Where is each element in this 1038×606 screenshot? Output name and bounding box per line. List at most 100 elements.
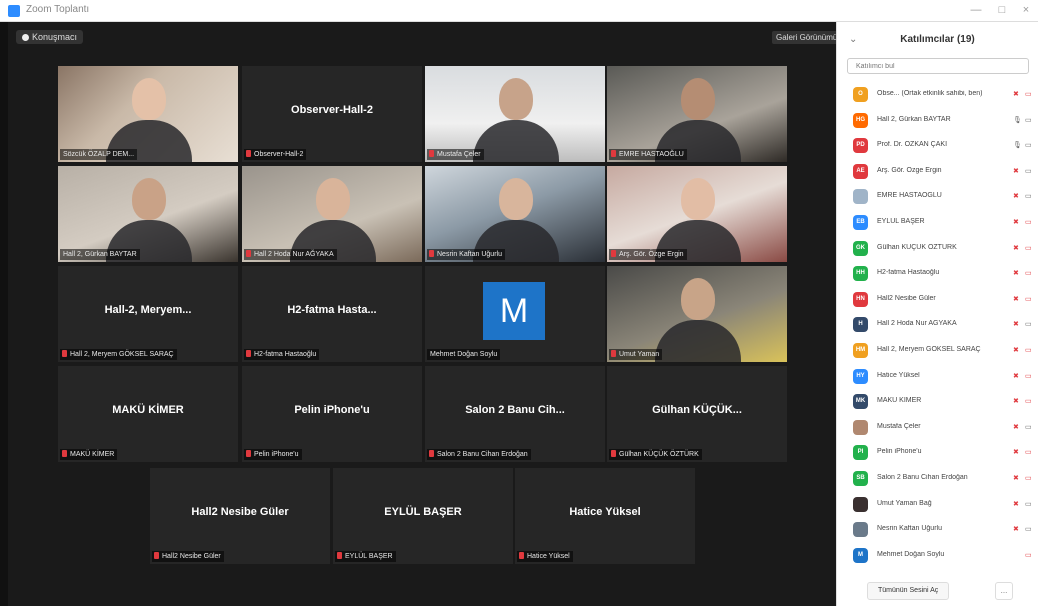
participant-name-label: Salon 2 Banu Cihan Erdoğan <box>427 449 531 460</box>
video-tile[interactable]: Pelin iPhone'u Pelin iPhone'u <box>242 366 422 462</box>
maximize-button[interactable]: □ <box>990 2 1014 18</box>
mic-muted-icon[interactable]: ✖ <box>1013 346 1019 355</box>
more-options-button[interactable]: ... <box>995 582 1013 600</box>
participant-avatar: HM <box>853 342 868 358</box>
camera-off-icon[interactable]: ▭ <box>1025 244 1032 252</box>
participant-row[interactable]: HM Hall 2, Meryem GÖKSEL SARAÇ ✖ ▭ <box>837 338 1038 364</box>
participant-row[interactable]: O Obse... (Ortak etkinlik sahibi, ben) ✖ ▭ <box>837 82 1038 108</box>
mic-muted-icon[interactable]: ✖ <box>1013 372 1019 381</box>
mic-muted-icon[interactable]: ✖ <box>1013 269 1019 278</box>
participant-name-label: Nesrin Kaftan Uğurlu <box>427 249 505 260</box>
participant-row[interactable]: MK MAKÜ KİMER ✖ ▭ <box>837 389 1038 415</box>
participant-row[interactable]: M Mehmet Doğan Soylu ▭ <box>837 543 1038 569</box>
camera-off-icon[interactable]: ▭ <box>1025 397 1032 405</box>
participant-row[interactable]: H Hall 2 Hoda Nur AĞYAKA ✖ ▭ <box>837 312 1038 338</box>
video-tile[interactable]: H2-fatma Hasta... H2-fatma Hastaoğlu <box>242 266 422 362</box>
mic-muted-icon[interactable]: ✖ <box>1013 192 1019 201</box>
video-tile[interactable]: Hall 2 Hoda Nur AĞYAKA <box>242 166 422 262</box>
participant-name-label: Mustafa Çeler <box>427 149 484 160</box>
close-button[interactable]: × <box>1014 2 1038 18</box>
video-tile[interactable]: Hatice Yüksel Hatice Yüksel <box>515 468 695 564</box>
mic-muted-icon[interactable]: ✖ <box>1013 90 1019 99</box>
mic-muted-icon[interactable]: ✖ <box>1013 423 1019 432</box>
participant-row[interactable]: EMRE HASTAOĞLU ✖ ▭ <box>837 184 1038 210</box>
participant-row[interactable]: Mustafa Çeler ✖ ▭ <box>837 415 1038 441</box>
camera-off-icon[interactable]: ▭ <box>1025 346 1032 354</box>
video-tile[interactable]: Hall2 Nesibe Güler Hall2 Nesibe Güler <box>150 468 330 564</box>
video-tile[interactable]: Sözcük ÖZALP DEM... <box>58 66 238 162</box>
mic-muted-icon[interactable]: ✖ <box>1013 500 1019 509</box>
participant-name-label: MAKÜ KİMER <box>60 449 118 460</box>
mic-muted-icon[interactable]: ✖ <box>1013 167 1019 176</box>
video-tile[interactable]: EMRE HASTAOĞLU <box>607 66 787 162</box>
participant-name-label: Umut Yaman <box>609 349 663 360</box>
video-tile[interactable]: Salon 2 Banu Cih... Salon 2 Banu Cihan Er… <box>425 366 605 462</box>
speaker-view-button[interactable]: Konuşmacı <box>16 30 84 44</box>
unmute-all-button[interactable]: Tümünün Sesini Aç <box>867 582 950 600</box>
participant-row[interactable]: SB Salon 2 Banu Cihan Erdoğan ✖ ▭ <box>837 466 1038 492</box>
camera-off-icon[interactable]: ▭ <box>1025 551 1032 559</box>
participant-avatar: HH <box>853 266 868 282</box>
camera-off-icon[interactable]: ▭ <box>1025 90 1032 98</box>
video-tile[interactable]: Gülhan KÜÇÜK... Gülhan KÜÇÜK ÖZTÜRK <box>607 366 787 462</box>
participant-row[interactable]: HN Hall2 Nesibe Güler ✖ ▭ <box>837 287 1038 313</box>
mic-icon[interactable]: 🎙 <box>1013 141 1022 150</box>
camera-off-icon[interactable]: ▭ <box>1025 372 1032 380</box>
participant-name: Arş. Gör. Özge Ergin <box>877 166 942 174</box>
participant-row[interactable]: GK Gülhan KÜÇÜK ÖZTÜRK ✖ ▭ <box>837 236 1038 262</box>
participant-body <box>473 120 559 162</box>
camera-off-icon[interactable]: ▭ <box>1025 295 1032 303</box>
video-tile[interactable]: Arş. Gör. Özge Ergin <box>607 166 787 262</box>
participant-row[interactable]: Nesrin Kaftan Uğurlu ✖ ▭ <box>837 517 1038 543</box>
participant-row[interactable]: HG Hall 2, Gürkan BAYTAR 🎙 ▭ <box>837 108 1038 134</box>
participant-avatar: HN <box>853 291 868 307</box>
participant-silhouette <box>316 178 350 220</box>
camera-icon[interactable]: ▭ <box>1025 525 1032 533</box>
participant-row[interactable]: PI Pelin iPhone'u ✖ ▭ <box>837 440 1038 466</box>
video-tile[interactable]: Hall-2, Meryem... Hall 2, Meryem GÖKSEL S… <box>58 266 238 362</box>
minimize-button[interactable]: — <box>964 2 988 18</box>
mic-muted-icon[interactable]: ✖ <box>1013 525 1019 534</box>
camera-off-icon[interactable]: ▭ <box>1025 448 1032 456</box>
video-tile[interactable]: EYLÜL BAŞER EYLÜL BAŞER <box>333 468 513 564</box>
mic-muted-icon[interactable]: ✖ <box>1013 397 1019 406</box>
video-tile[interactable]: MAKÜ KİMER MAKÜ KİMER <box>58 366 238 462</box>
mic-muted-icon[interactable]: ✖ <box>1013 218 1019 227</box>
camera-off-icon[interactable]: ▭ <box>1025 269 1032 277</box>
camera-icon[interactable]: ▭ <box>1025 167 1032 175</box>
gallery-view-button[interactable]: Galeri Görünümü <box>772 31 842 44</box>
mic-muted-icon <box>246 150 251 157</box>
camera-off-icon[interactable]: ▭ <box>1025 218 1032 226</box>
video-tile[interactable]: M Mehmet Doğan Soylu <box>425 266 605 362</box>
participant-row[interactable]: HH H2-fatma Hastaoğlu ✖ ▭ <box>837 261 1038 287</box>
video-tile[interactable]: Nesrin Kaftan Uğurlu <box>425 166 605 262</box>
camera-icon[interactable]: ▭ <box>1025 192 1032 200</box>
participant-row[interactable]: Umut Yaman Bağ ✖ ▭ <box>837 492 1038 518</box>
mic-muted-icon[interactable]: ✖ <box>1013 448 1019 457</box>
participant-name: Gülhan KÜÇÜK ÖZTÜRK <box>877 243 957 251</box>
mic-icon[interactable]: 🎙 <box>1013 116 1022 125</box>
camera-icon[interactable]: ▭ <box>1025 116 1032 124</box>
participant-row[interactable]: PD Prof. Dr. ÖZKAN ÇAKI 🎙 ▭ <box>837 133 1038 159</box>
participant-search-input[interactable] <box>847 58 1029 74</box>
participant-avatar: MK <box>853 394 868 410</box>
camera-icon[interactable]: ▭ <box>1025 500 1032 508</box>
mic-muted-icon[interactable]: ✖ <box>1013 320 1019 329</box>
camera-icon[interactable]: ▭ <box>1025 141 1032 149</box>
participant-name-text: EYLÜL BAŞER <box>345 553 393 560</box>
camera-off-icon[interactable]: ▭ <box>1025 474 1032 482</box>
video-tile[interactable]: Hall 2, Gürkan BAYTAR <box>58 166 238 262</box>
video-tile[interactable]: Observer-Hall-2 Observer-Hall-2 <box>242 66 422 162</box>
mic-muted-icon[interactable]: ✖ <box>1013 474 1019 483</box>
mic-muted-icon <box>429 250 434 257</box>
camera-icon[interactable]: ▭ <box>1025 423 1032 431</box>
mic-muted-icon[interactable]: ✖ <box>1013 295 1019 304</box>
video-tile[interactable]: Mustafa Çeler <box>425 66 605 162</box>
participant-row[interactable]: AE Arş. Gör. Özge Ergin ✖ ▭ <box>837 159 1038 185</box>
video-tile[interactable]: Umut Yaman <box>607 266 787 362</box>
participant-row[interactable]: HY Hatice Yüksel ✖ ▭ <box>837 364 1038 390</box>
participant-name: Hall 2 Hoda Nur AĞYAKA <box>877 320 957 328</box>
camera-icon[interactable]: ▭ <box>1025 320 1032 328</box>
mic-muted-icon[interactable]: ✖ <box>1013 244 1019 253</box>
participant-row[interactable]: EB EYLÜL BAŞER ✖ ▭ <box>837 210 1038 236</box>
